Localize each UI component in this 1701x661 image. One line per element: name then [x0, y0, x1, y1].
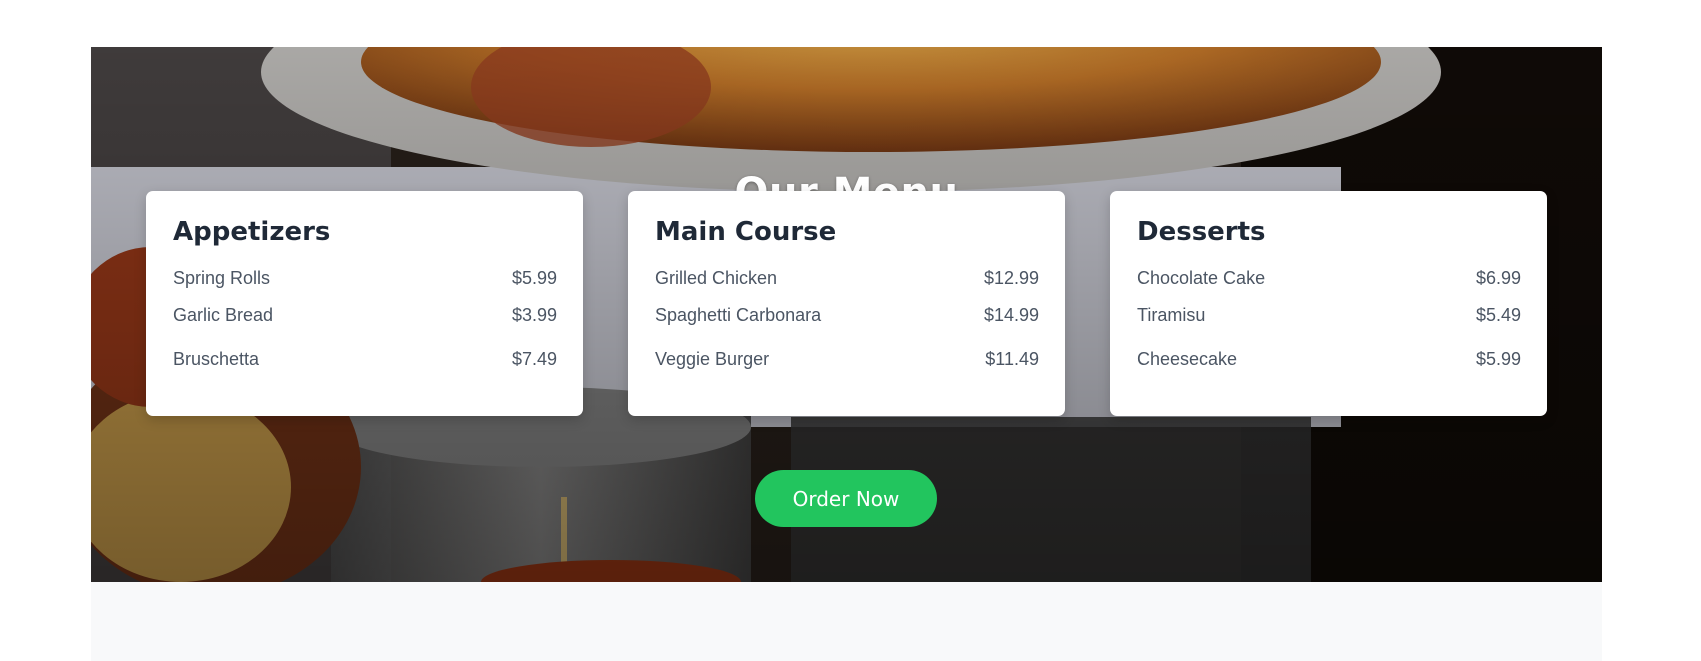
menu-item-name: Chocolate Cake	[1137, 267, 1266, 288]
menu-item: Garlic Bread $3.99	[173, 293, 557, 338]
menu-item-name: Cheesecake	[1137, 349, 1238, 370]
menu-item-name: Garlic Bread	[173, 304, 274, 325]
menu-item-name: Veggie Burger	[655, 349, 770, 370]
menu-hero-section: Our Menu Appetizers Spring Rolls $5.99 G…	[91, 47, 1602, 582]
menu-card-appetizers: Appetizers Spring Rolls $5.99 Garlic Bre…	[146, 191, 583, 416]
menu-item: Spaghetti Carbonara $14.99	[655, 293, 1039, 338]
menu-item: Bruschetta $7.49	[173, 338, 557, 383]
menu-item-price: $14.99	[983, 304, 1039, 325]
menu-item-name: Spring Rolls	[173, 267, 271, 288]
menu-card-desserts: Desserts Chocolate Cake $6.99 Tiramisu $…	[1110, 191, 1547, 416]
menu-item-price: $3.99	[511, 304, 557, 325]
next-section-band	[91, 582, 1602, 661]
menu-card-main-course: Main Course Grilled Chicken $12.99 Spagh…	[628, 191, 1065, 416]
menu-item-name: Grilled Chicken	[655, 267, 778, 288]
menu-item-price: $5.99	[511, 267, 557, 288]
order-now-button[interactable]: Order Now	[755, 470, 937, 527]
category-title: Desserts	[1137, 217, 1266, 247]
menu-item-name: Bruschetta	[173, 349, 260, 370]
menu-item: Cheesecake $5.99	[1137, 338, 1521, 383]
category-title: Appetizers	[173, 217, 331, 247]
menu-item-price: $5.99	[1475, 349, 1521, 370]
menu-item-price: $6.99	[1475, 267, 1521, 288]
menu-item: Tiramisu $5.49	[1137, 293, 1521, 338]
menu-item-price: $5.49	[1475, 304, 1521, 325]
menu-item: Chocolate Cake $6.99	[1137, 263, 1521, 293]
menu-item: Veggie Burger $11.49	[655, 338, 1039, 383]
menu-cards: Appetizers Spring Rolls $5.99 Garlic Bre…	[91, 191, 1602, 416]
menu-item-price: $7.49	[511, 349, 557, 370]
menu-item-name: Spaghetti Carbonara	[655, 304, 822, 325]
menu-item-price: $12.99	[983, 267, 1039, 288]
menu-item: Spring Rolls $5.99	[173, 263, 557, 293]
category-title: Main Course	[655, 217, 837, 247]
menu-item: Grilled Chicken $12.99	[655, 263, 1039, 293]
menu-item-name: Tiramisu	[1137, 304, 1206, 325]
menu-item-price: $11.49	[985, 349, 1039, 370]
